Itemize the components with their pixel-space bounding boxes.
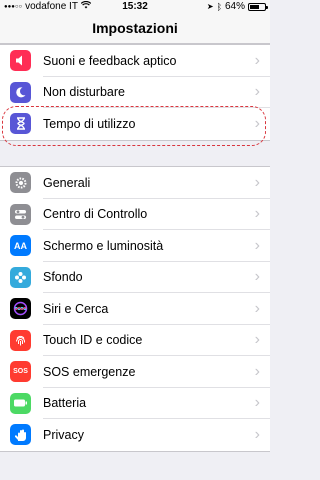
settings-row-label: Non disturbare — [43, 85, 125, 100]
moon-icon — [10, 81, 31, 103]
settings-row-generali[interactable]: Generali › — [0, 167, 270, 199]
chevron-right-icon: › — [254, 362, 260, 380]
settings-row-sos-emergenze[interactable]: SOS SOS emergenze › — [0, 356, 270, 388]
flower-icon — [10, 266, 31, 288]
chevron-right-icon: › — [254, 331, 260, 349]
chevron-right-icon: › — [254, 51, 260, 69]
settings-row-batteria[interactable]: Batteria › — [0, 388, 270, 419]
hand-icon — [10, 424, 31, 446]
battery-icon — [10, 392, 31, 414]
settings-row-label: Sfondo — [43, 270, 83, 285]
gear-icon — [10, 172, 31, 194]
settings-row-label: Touch ID e codice — [43, 333, 143, 348]
chevron-right-icon: › — [254, 425, 260, 443]
chevron-right-icon: › — [254, 394, 260, 412]
speaker-icon — [10, 50, 31, 72]
settings-row-sfondo[interactable]: Sfondo › — [0, 262, 270, 293]
bluetooth-icon: ᛒ — [216, 1, 222, 12]
settings-row-label: Centro di Controllo — [43, 207, 148, 222]
aa-icon: AA — [10, 235, 31, 257]
settings-row-schermo-e-luminosit[interactable]: AA Schermo e luminosità › — [0, 230, 270, 262]
fingerprint-icon — [10, 329, 31, 351]
chevron-right-icon: › — [254, 83, 260, 101]
annotation-highlight-oval — [2, 106, 266, 146]
settings-row-touch-id-e-codice[interactable]: Touch ID e codice › — [0, 325, 270, 356]
chevron-right-icon: › — [254, 299, 260, 317]
location-icon: ➤ — [206, 2, 214, 11]
settings-screen: ●●●○○ vodafone IT 15:32 ➤ ᛒ 64% Impostaz… — [0, 0, 270, 480]
settings-row-label: Batteria — [43, 396, 87, 411]
navigation-bar: Impostazioni — [0, 14, 270, 44]
chevron-right-icon: › — [254, 205, 260, 223]
chevron-right-icon: › — [254, 236, 260, 254]
sos-icon: SOS — [10, 361, 31, 383]
chevron-right-icon: › — [254, 173, 260, 191]
settings-row-label: Generali — [43, 175, 91, 190]
status-bar: ●●●○○ vodafone IT 15:32 ➤ ᛒ 64% — [0, 0, 270, 14]
settings-row-label: Privacy — [43, 427, 84, 442]
settings-group-main: Generali › Centro di Controllo › AA Schermo e… — [0, 166, 270, 452]
battery-indicator-icon — [248, 2, 268, 11]
battery-percent: 64% — [224, 1, 245, 12]
page-title: Impostazioni — [92, 20, 178, 36]
settings-row-label: Suoni e feedback aptico — [43, 53, 177, 68]
settings-row-centro-di-controllo[interactable]: Centro di Controllo › — [0, 199, 270, 230]
settings-row-label: SOS emergenze — [43, 364, 136, 379]
chevron-right-icon: › — [254, 268, 260, 286]
settings-row-suoni-e-feedback-aptico[interactable]: Suoni e feedback aptico › — [0, 45, 270, 77]
toggles-icon — [10, 203, 31, 225]
status-right: ➤ ᛒ 64% — [206, 1, 268, 12]
settings-row-siri-e-cerca[interactable]: Siri e Cerca › — [0, 293, 270, 325]
settings-row-non-disturbare[interactable]: Non disturbare › — [0, 77, 270, 108]
settings-row-privacy[interactable]: Privacy › — [0, 419, 270, 451]
settings-row-label: Siri e Cerca — [43, 301, 109, 316]
settings-row-label: Schermo e luminosità — [43, 238, 164, 253]
siri-icon — [10, 298, 31, 320]
